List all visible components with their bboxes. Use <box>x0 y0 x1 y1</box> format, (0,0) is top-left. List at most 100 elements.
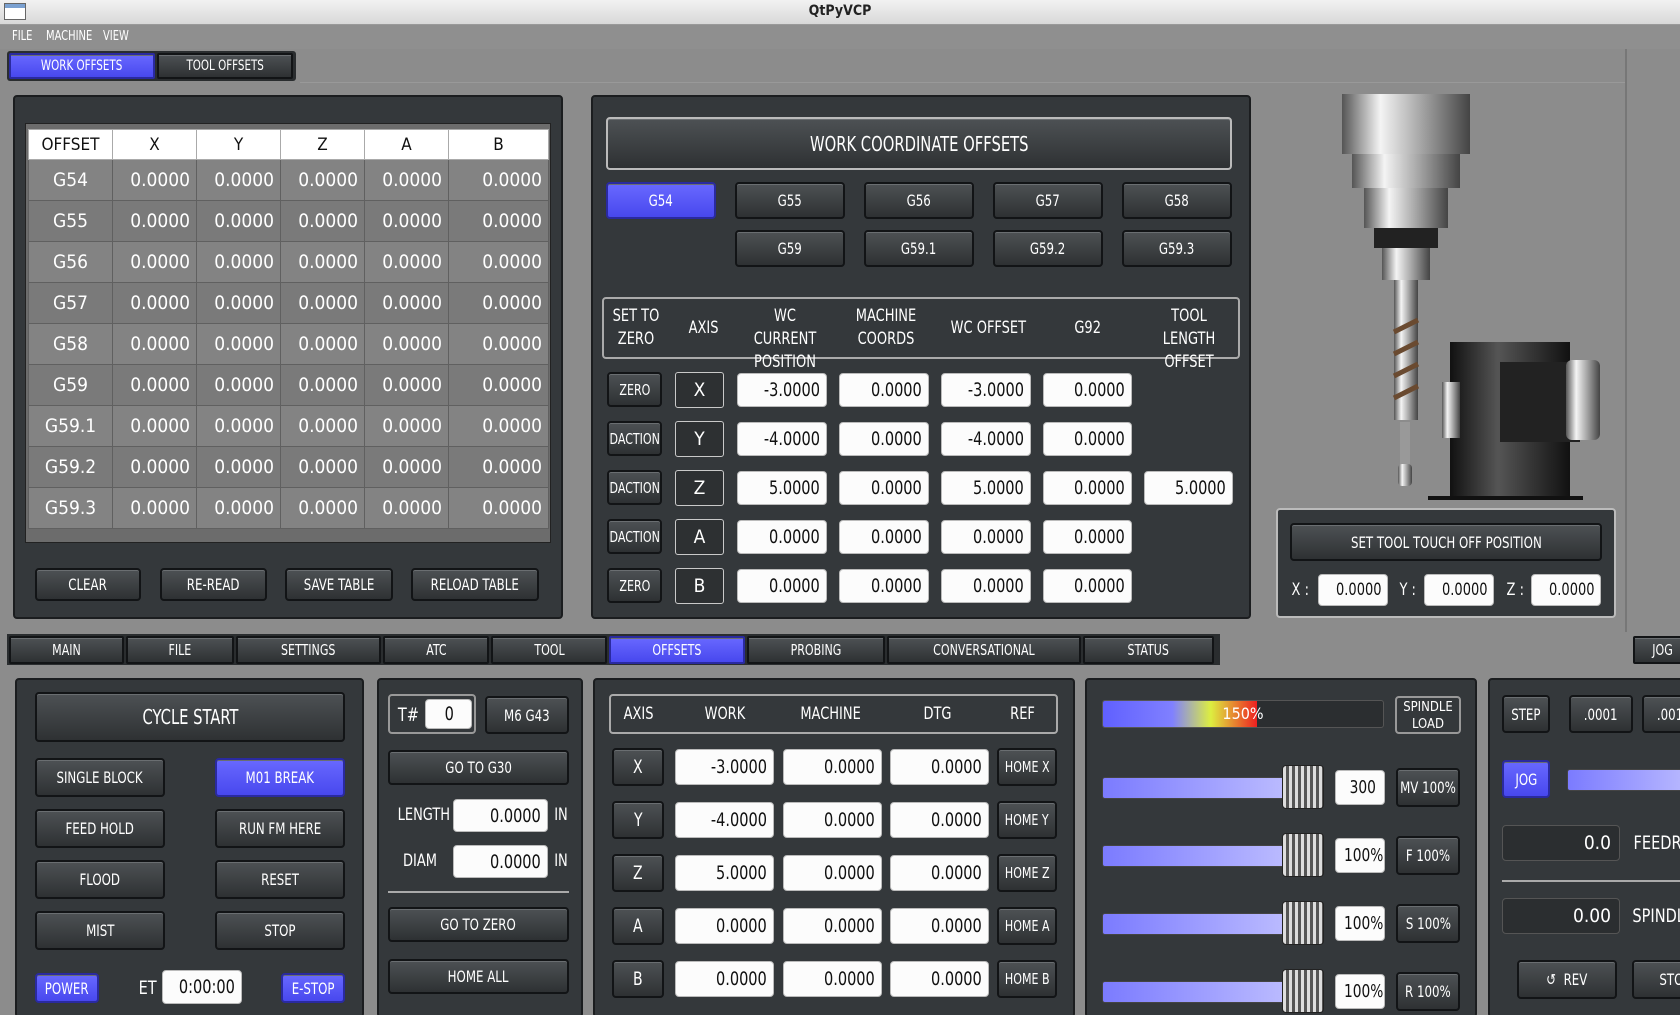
cycle-start-button[interactable]: CYCLE START <box>35 692 345 742</box>
coord-button-g59-2[interactable]: G59.2 <box>993 230 1103 267</box>
table-cell[interactable]: G54 <box>28 159 113 201</box>
tab-settings[interactable]: SETTINGS <box>236 636 381 664</box>
save-table-button[interactable]: SAVE TABLE <box>285 568 393 601</box>
tab-work-offsets[interactable]: WORK OFFSETS <box>9 53 155 79</box>
tab-atc[interactable]: ATC <box>383 636 489 664</box>
table-cell[interactable]: 0.0000 <box>448 200 549 242</box>
table-cell[interactable]: 0.0000 <box>280 446 365 488</box>
table-cell[interactable]: G58 <box>28 323 113 365</box>
table-cell[interactable]: 0.0000 <box>196 487 281 529</box>
jog-speed-slider[interactable] <box>1567 769 1680 791</box>
table-cell[interactable]: 0.0000 <box>112 446 197 488</box>
step-button[interactable]: STEP <box>1502 695 1550 733</box>
touch-x-field[interactable]: 0.0000 <box>1318 574 1388 606</box>
override-slider-handle-3[interactable] <box>1282 969 1324 1013</box>
jog-mode-button[interactable]: JOG <box>1502 760 1550 798</box>
override-reset-button-3[interactable]: R 100% <box>1396 972 1460 1011</box>
table-cell[interactable]: 0.0000 <box>112 159 197 201</box>
table-cell[interactable]: 0.0000 <box>112 241 197 283</box>
wc-offset-z[interactable]: 5.0000 <box>941 471 1031 505</box>
flood-button[interactable]: FLOOD <box>35 860 165 899</box>
table-cell[interactable]: G55 <box>28 200 113 242</box>
table-cell[interactable]: 0.0000 <box>364 200 449 242</box>
table-cell[interactable]: 0.0000 <box>448 282 549 324</box>
table-cell[interactable]: 0.0000 <box>196 241 281 283</box>
mist-button[interactable]: MIST <box>35 911 165 950</box>
table-cell[interactable]: 0.0000 <box>448 487 549 529</box>
menu-machine[interactable]: MACHINE <box>46 29 92 44</box>
table-cell[interactable]: G59 <box>28 364 113 406</box>
wc-offset-b[interactable]: 0.0000 <box>941 569 1031 603</box>
clear-button[interactable]: CLEAR <box>35 568 141 601</box>
axis-button-z[interactable]: Z <box>612 854 664 892</box>
override-reset-button-2[interactable]: S 100% <box>1396 904 1460 943</box>
coord-button-g59-3[interactable]: G59.3 <box>1122 230 1232 267</box>
table-cell[interactable]: 0.0000 <box>364 241 449 283</box>
table-cell[interactable]: 0.0000 <box>196 323 281 365</box>
run-from-here-button[interactable]: RUN FM HERE <box>215 809 345 848</box>
table-cell[interactable]: 0.0000 <box>364 405 449 447</box>
tab-conversational[interactable]: CONVERSATIONAL <box>887 636 1081 664</box>
estop-button[interactable]: E-STOP <box>281 973 345 1003</box>
wc-offset-x[interactable]: -3.0000 <box>941 373 1031 407</box>
m6-g43-button[interactable]: M6 G43 <box>485 696 569 734</box>
axis-button-b[interactable]: B <box>612 960 664 998</box>
home-x-button[interactable]: HOME X <box>997 748 1057 786</box>
window-menu-icon[interactable] <box>4 3 26 20</box>
tab-main[interactable]: MAIN <box>9 636 124 664</box>
table-cell[interactable]: 0.0000 <box>112 364 197 406</box>
table-cell[interactable]: G59.2 <box>28 446 113 488</box>
table-cell[interactable]: 0.0000 <box>196 200 281 242</box>
table-cell[interactable]: 0.0000 <box>112 323 197 365</box>
coord-button-g54[interactable]: G54 <box>606 182 716 219</box>
table-cell[interactable]: 0.0000 <box>364 323 449 365</box>
set-zero-button-x[interactable]: ZERO <box>607 372 662 407</box>
coord-button-g59-1[interactable]: G59.1 <box>864 230 974 267</box>
override-slider-handle-2[interactable] <box>1282 901 1324 945</box>
table-cell[interactable]: 0.0000 <box>112 487 197 529</box>
home-z-button[interactable]: HOME Z <box>997 854 1057 892</box>
menu-view[interactable]: VIEW <box>103 29 129 44</box>
table-cell[interactable]: 0.0000 <box>112 405 197 447</box>
spindle-reverse-button[interactable]: ↺ REV <box>1517 960 1617 999</box>
single-block-button[interactable]: SINGLE BLOCK <box>35 758 165 797</box>
table-cell[interactable]: 0.0000 <box>112 282 197 324</box>
table-cell[interactable]: 0.0000 <box>364 282 449 324</box>
table-cell[interactable]: 0.0000 <box>280 364 365 406</box>
table-cell[interactable]: 0.0000 <box>448 323 549 365</box>
table-cell[interactable]: 0.0000 <box>448 241 549 283</box>
table-cell[interactable]: 0.0000 <box>196 446 281 488</box>
touch-y-field[interactable]: 0.0000 <box>1424 574 1494 606</box>
tab-status[interactable]: STATUS <box>1083 636 1214 664</box>
table-cell[interactable]: G59.3 <box>28 487 113 529</box>
tab-file[interactable]: FILE <box>126 636 234 664</box>
increment-001-button[interactable]: .001 <box>1642 695 1680 733</box>
table-cell[interactable]: 0.0000 <box>280 200 365 242</box>
coord-button-g55[interactable]: G55 <box>735 182 845 219</box>
coord-button-g59[interactable]: G59 <box>735 230 845 267</box>
table-cell[interactable]: 0.0000 <box>280 487 365 529</box>
table-cell[interactable]: 0.0000 <box>364 487 449 529</box>
table-cell[interactable]: 0.0000 <box>196 405 281 447</box>
home-all-button[interactable]: HOME ALL <box>388 959 569 994</box>
override-slider-handle-0[interactable] <box>1282 765 1324 809</box>
tab-tool[interactable]: TOOL <box>491 636 607 664</box>
table-cell[interactable]: 0.0000 <box>280 282 365 324</box>
coord-button-g56[interactable]: G56 <box>864 182 974 219</box>
table-cell[interactable]: 0.0000 <box>364 159 449 201</box>
table-cell[interactable]: G57 <box>28 282 113 324</box>
menu-file[interactable]: FILE <box>12 29 32 44</box>
table-cell[interactable]: 0.0000 <box>196 159 281 201</box>
table-cell[interactable]: 0.0000 <box>112 200 197 242</box>
reset-button[interactable]: RESET <box>215 860 345 899</box>
home-b-button[interactable]: HOME B <box>997 960 1057 998</box>
set-tool-touch-off-button[interactable]: SET TOOL TOUCH OFF POSITION <box>1290 523 1602 561</box>
table-cell[interactable]: 0.0000 <box>448 364 549 406</box>
override-reset-button-0[interactable]: MV 100% <box>1396 768 1460 807</box>
override-slider-0[interactable] <box>1102 777 1292 799</box>
override-slider-2[interactable] <box>1102 913 1292 935</box>
set-zero-button-b[interactable]: ZERO <box>607 568 662 603</box>
spindle-stop-button[interactable]: STOP <box>1632 960 1680 999</box>
set-zero-button-y[interactable]: DACTION <box>607 421 662 456</box>
set-zero-button-a[interactable]: DACTION <box>607 519 662 554</box>
